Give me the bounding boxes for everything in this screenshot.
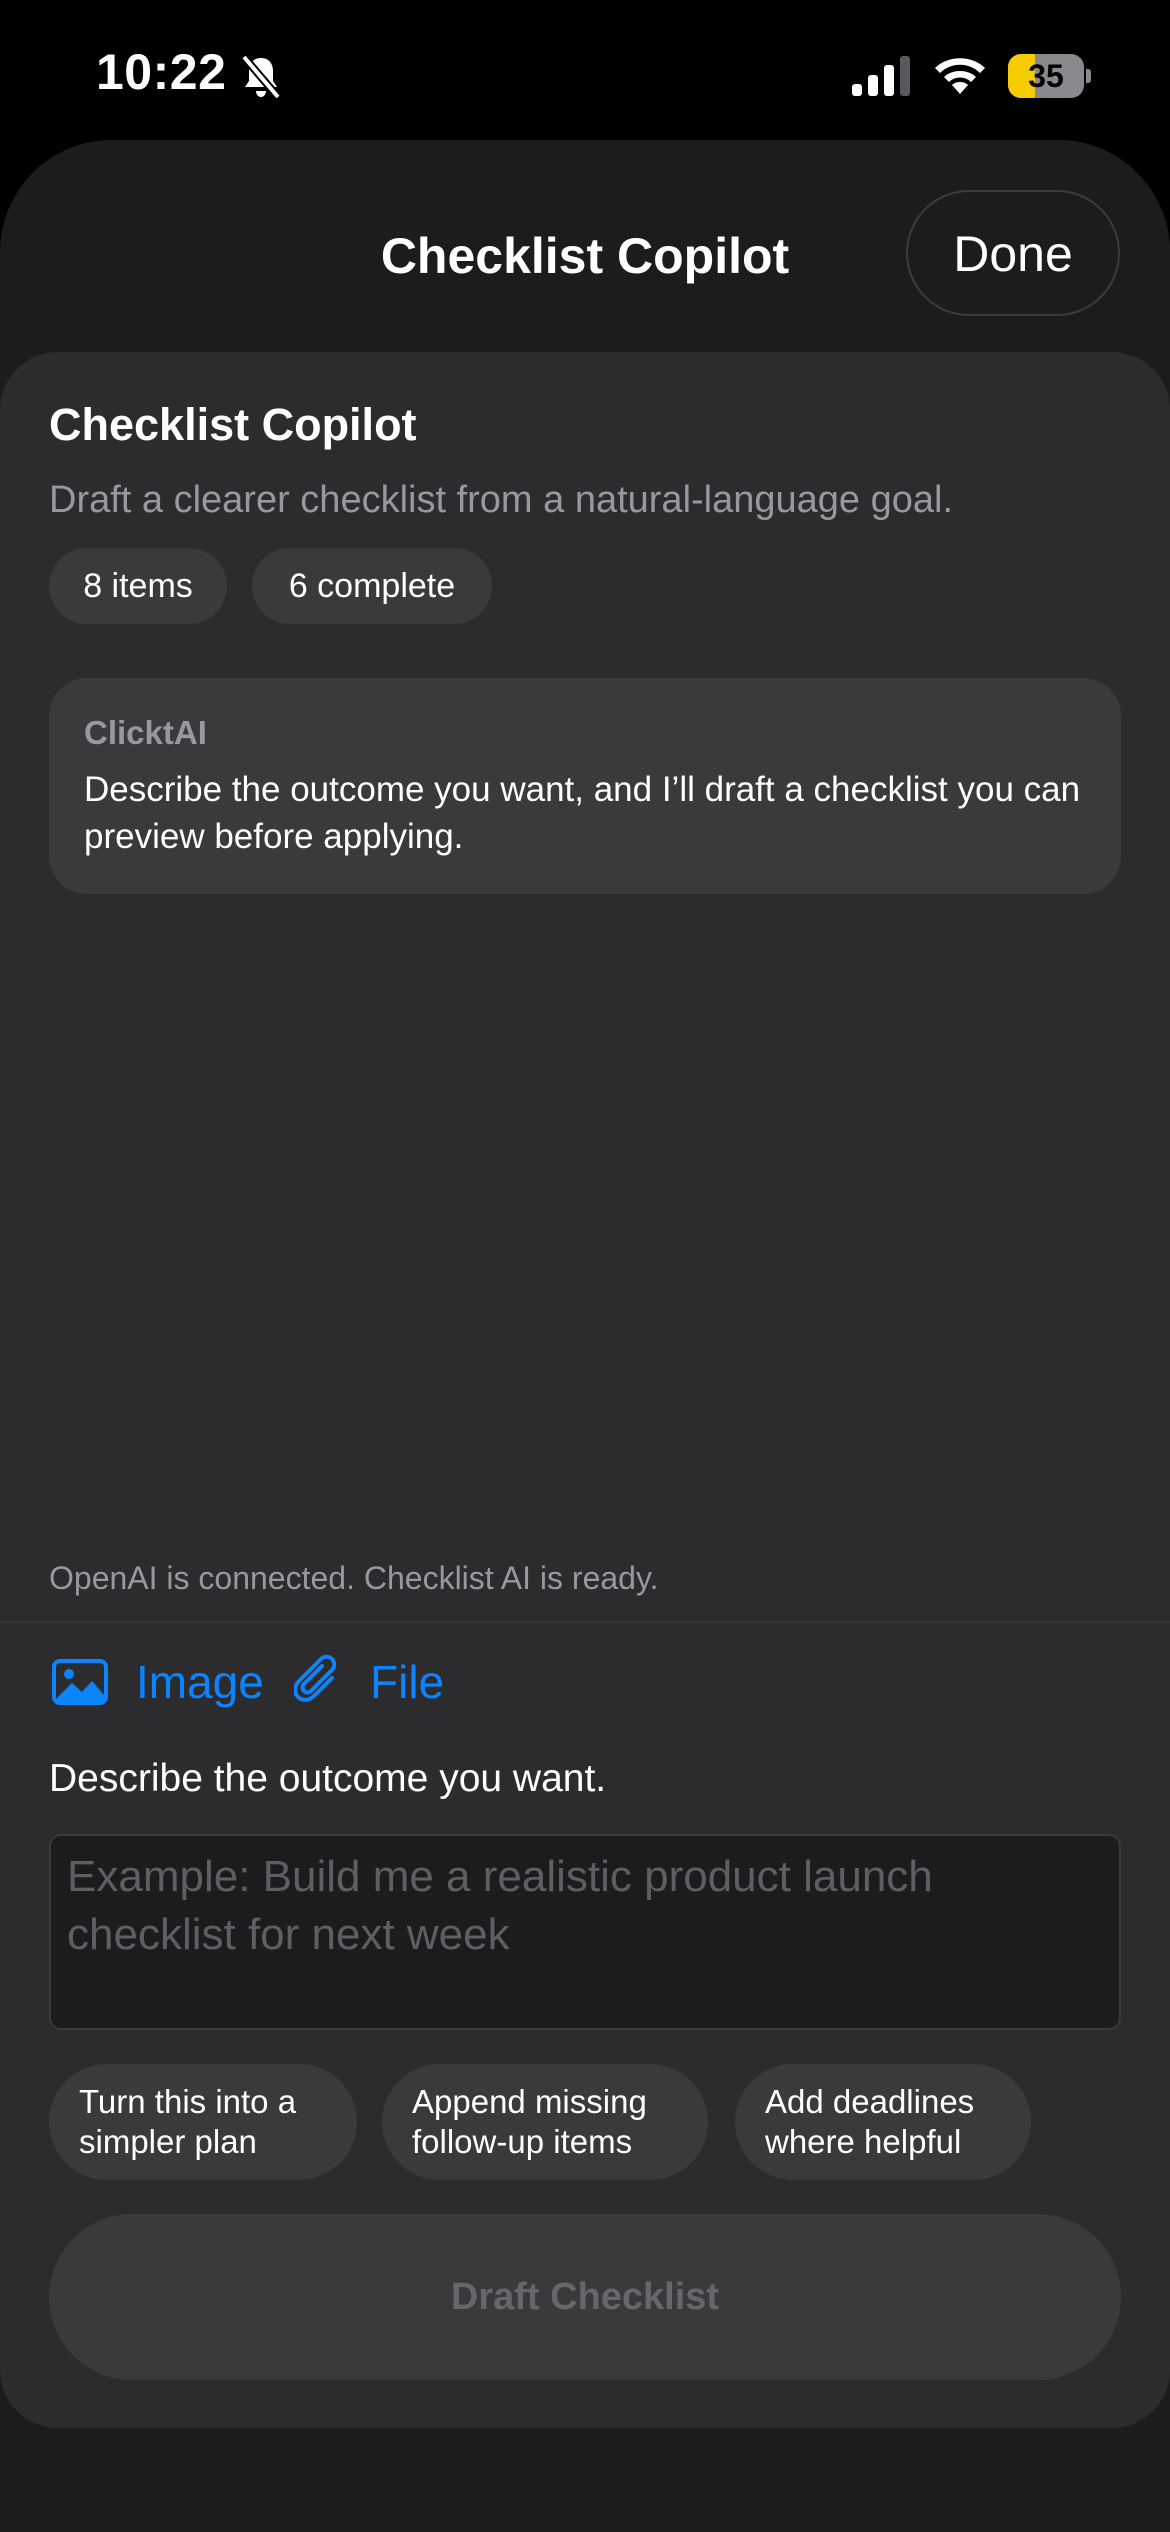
wifi-icon	[935, 58, 985, 94]
battery-icon: 35	[1008, 54, 1091, 98]
image-attach-button[interactable]: Image	[136, 1650, 264, 1714]
paperclip-icon[interactable]	[294, 1654, 342, 1710]
draft-checklist-button[interactable]: Draft Checklist	[49, 2214, 1121, 2380]
items-count-badge: 8 items	[49, 548, 227, 624]
divider	[0, 1621, 1170, 1623]
prompt-input[interactable]	[49, 1834, 1121, 2030]
status-time: 10:22	[96, 44, 227, 100]
card-subtitle: Draft a clearer checklist from a natural…	[49, 479, 954, 521]
card-title: Checklist Copilot	[49, 399, 417, 450]
complete-count-badge: 6 complete	[252, 548, 492, 624]
message-sender: ClicktAI	[84, 714, 207, 751]
suggestion-chip-simpler-plan[interactable]: Turn this into a simpler plan	[49, 2064, 357, 2180]
bell-slash-icon	[240, 54, 282, 100]
battery-percent: 35	[1028, 58, 1064, 94]
image-icon[interactable]	[52, 1659, 108, 1705]
message-text: Describe the outcome you want, and I’ll …	[84, 770, 1081, 856]
file-attach-button[interactable]: File	[370, 1650, 444, 1714]
connection-status: OpenAI is connected. Checklist AI is rea…	[49, 1560, 659, 1596]
suggestion-chip-follow-up-items[interactable]: Append missing follow-up items	[382, 2064, 708, 2180]
cellular-signal-icon	[852, 56, 910, 96]
done-button[interactable]: Done	[906, 190, 1120, 316]
suggestion-chip-deadlines[interactable]: Add deadlines where helpful	[735, 2064, 1031, 2180]
status-bar: 10:22 35	[0, 0, 1170, 150]
prompt-label: Describe the outcome you want.	[49, 1757, 607, 1800]
